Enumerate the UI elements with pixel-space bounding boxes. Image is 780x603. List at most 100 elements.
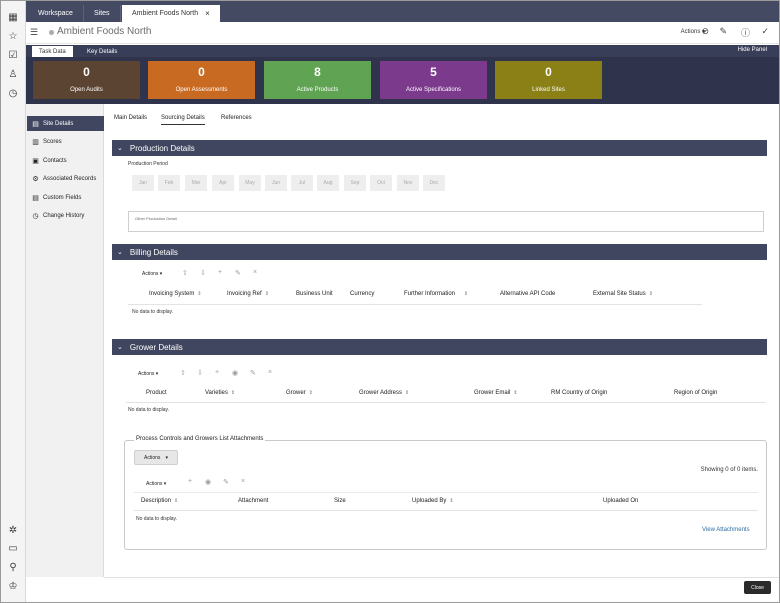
check-icon[interactable]: ✓ <box>761 26 769 37</box>
month-nov[interactable]: Nov <box>397 175 419 191</box>
column-header[interactable]: Region of Origin <box>674 390 717 396</box>
column-header[interactable]: Invoicing Ref ⇕ <box>227 291 269 297</box>
sidebar-item-associated-records[interactable]: ⚙ Associated Records <box>27 171 104 186</box>
tab-references[interactable]: References <box>221 115 252 121</box>
month-feb[interactable]: Feb <box>158 175 180 191</box>
column-header[interactable]: Grower Address ⇕ <box>359 390 409 396</box>
status-dot <box>49 30 54 35</box>
column-header[interactable]: Product <box>146 390 167 396</box>
column-header[interactable]: Grower ⇕ <box>286 390 313 396</box>
kpi-card-open-assessments[interactable]: 0 Open Assessments <box>148 61 255 99</box>
month-may[interactable]: May <box>239 175 261 191</box>
view-attachments-link[interactable]: View Attachments <box>702 527 750 533</box>
section-grower-details[interactable]: ⌄ Grower Details <box>112 339 767 355</box>
section-billing-details[interactable]: ⌄ Billing Details <box>112 244 767 260</box>
billing-actions-menu[interactable]: Actions ▾ <box>142 271 162 277</box>
month-sep[interactable]: Sep <box>344 175 366 191</box>
edit-icon[interactable]: ✎ <box>223 478 229 486</box>
delete-icon[interactable]: × <box>241 478 245 485</box>
column-header[interactable]: Varieties ⇕ <box>205 390 235 396</box>
tab-key-details[interactable]: Key Details <box>80 46 124 57</box>
sidebar-item-scores[interactable]: ▥ Scores <box>27 134 104 149</box>
bug-icon[interactable]: ✲ <box>5 524 21 538</box>
sidebar-item-change-history[interactable]: ◷ Change History <box>27 208 104 223</box>
attachments-actions-button[interactable]: Actions ▾ <box>134 450 178 465</box>
add-icon[interactable]: + <box>218 269 222 276</box>
column-header[interactable]: RM Country of Origin <box>551 390 607 396</box>
kpi-card-active-specifications[interactable]: 5 Active Specifications <box>380 61 487 99</box>
column-header[interactable]: External Site Status ⇕ <box>593 291 653 297</box>
hamburger-icon[interactable]: ☰ <box>30 27 38 38</box>
column-header[interactable]: Invoicing System ⇕ <box>149 291 202 297</box>
tab-workspace[interactable]: Workspace <box>28 5 84 22</box>
delete-icon[interactable]: × <box>253 269 257 276</box>
delete-icon[interactable]: × <box>268 369 272 376</box>
info-icon[interactable]: ⓘ <box>741 26 750 39</box>
view-icon[interactable]: ◉ <box>232 369 238 377</box>
month-apr[interactable]: Apr <box>212 175 234 191</box>
star-icon[interactable]: ☆ <box>5 30 21 44</box>
kpi-value: 0 <box>545 65 552 79</box>
production-period-label: Production Period <box>128 161 168 167</box>
section-production-details[interactable]: ⌄ Production Details <box>112 140 767 156</box>
add-icon[interactable]: + <box>188 478 192 485</box>
move-down-icon[interactable]: ⇩ <box>197 369 203 377</box>
billing-empty-message: No data to display. <box>132 309 174 315</box>
tab-sites[interactable]: Sites <box>84 5 121 22</box>
close-button[interactable]: Close <box>744 581 771 594</box>
user-icon[interactable]: ♙ <box>5 68 21 82</box>
move-down-icon[interactable]: ⇩ <box>200 269 206 277</box>
column-header[interactable]: Business Unit <box>296 291 333 297</box>
column-header[interactable]: Uploaded On <box>603 498 638 504</box>
kpi-card-linked-sites[interactable]: 0 Linked Sites <box>495 61 602 99</box>
hide-panel-link[interactable]: Hide Panel <box>738 47 767 53</box>
chat-icon[interactable]: ▭ <box>5 542 21 556</box>
edit-icon[interactable]: ✎ <box>250 369 256 377</box>
month-jun[interactable]: Jun <box>265 175 287 191</box>
site-details-icon: ▤ <box>32 120 39 128</box>
kpi-card-active-products[interactable]: 8 Active Products <box>264 61 371 99</box>
clock-icon[interactable]: ◷ <box>5 87 21 101</box>
column-header[interactable]: Grower Email ⇕ <box>474 390 518 396</box>
sidebar-item-custom-fields[interactable]: ▤ Custom Fields <box>27 190 104 205</box>
column-header[interactable]: Size <box>334 498 346 504</box>
column-header[interactable]: Alternative API Code <box>500 291 555 297</box>
link-icon[interactable]: ⊘ <box>701 26 709 37</box>
tab-task-data[interactable]: Task Data <box>32 46 73 57</box>
search-icon[interactable]: ⚲ <box>5 561 21 575</box>
month-jan[interactable]: Jan <box>132 175 154 191</box>
column-header[interactable]: Description ⇕ <box>141 498 178 504</box>
other-production-detail-field[interactable]: Other Production Detail <box>128 211 764 232</box>
tab-label: Workspace <box>38 10 73 17</box>
trophy-icon[interactable]: ♔ <box>5 580 21 594</box>
kpi-card-open-audits[interactable]: 0 Open Audits <box>33 61 140 99</box>
move-up-icon[interactable]: ⇧ <box>180 369 186 377</box>
column-header[interactable]: Further Information ⇕ <box>404 291 468 297</box>
edit-icon[interactable]: ✎ <box>719 26 727 37</box>
tab-ambient-foods-north[interactable]: Ambient Foods North × <box>122 5 220 22</box>
section-title: Billing Details <box>129 247 178 257</box>
column-header[interactable]: Attachment <box>238 498 268 504</box>
move-up-icon[interactable]: ⇧ <box>182 269 188 277</box>
month-dec[interactable]: Dec <box>423 175 445 191</box>
grower-actions-menu[interactable]: Actions ▾ <box>138 371 158 377</box>
sidebar-item-contacts[interactable]: ▣ Contacts <box>27 153 104 168</box>
sidebar-item-site-details[interactable]: ▤ Site Details <box>27 116 104 131</box>
tab-main-details[interactable]: Main Details <box>114 115 147 121</box>
edit-icon[interactable]: ✎ <box>235 269 241 277</box>
add-icon[interactable]: + <box>215 369 219 376</box>
checklist-icon[interactable]: ☑ <box>5 49 21 63</box>
month-aug[interactable]: Aug <box>317 175 339 191</box>
tab-sourcing-details[interactable]: Sourcing Details <box>161 115 205 125</box>
close-icon[interactable]: × <box>205 9 210 18</box>
column-header[interactable]: Uploaded By ⇕ <box>412 498 454 504</box>
sidebar-item-label: Custom Fields <box>43 194 82 201</box>
month-oct[interactable]: Oct <box>370 175 392 191</box>
view-icon[interactable]: ◉ <box>205 478 211 486</box>
apps-grid-icon[interactable]: ▦ <box>5 11 21 25</box>
footer-bar <box>104 577 779 602</box>
month-mar[interactable]: Mar <box>185 175 207 191</box>
column-header[interactable]: Currency <box>350 291 374 297</box>
attachments-actions-menu[interactable]: Actions ▾ <box>146 481 166 487</box>
month-jul[interactable]: Jul <box>291 175 313 191</box>
